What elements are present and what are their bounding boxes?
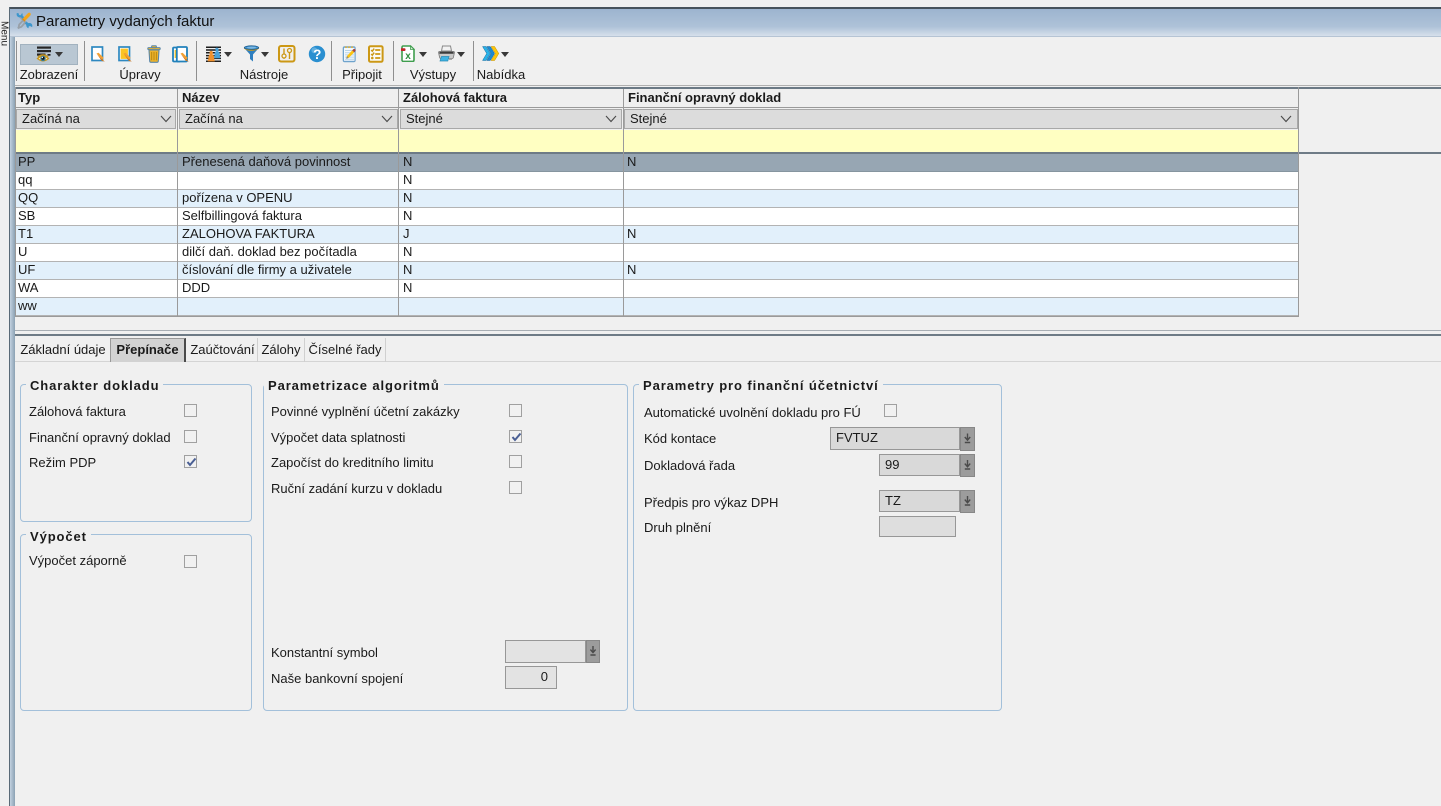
svg-text:?: ?	[313, 47, 321, 62]
svg-text:x: x	[405, 51, 411, 62]
